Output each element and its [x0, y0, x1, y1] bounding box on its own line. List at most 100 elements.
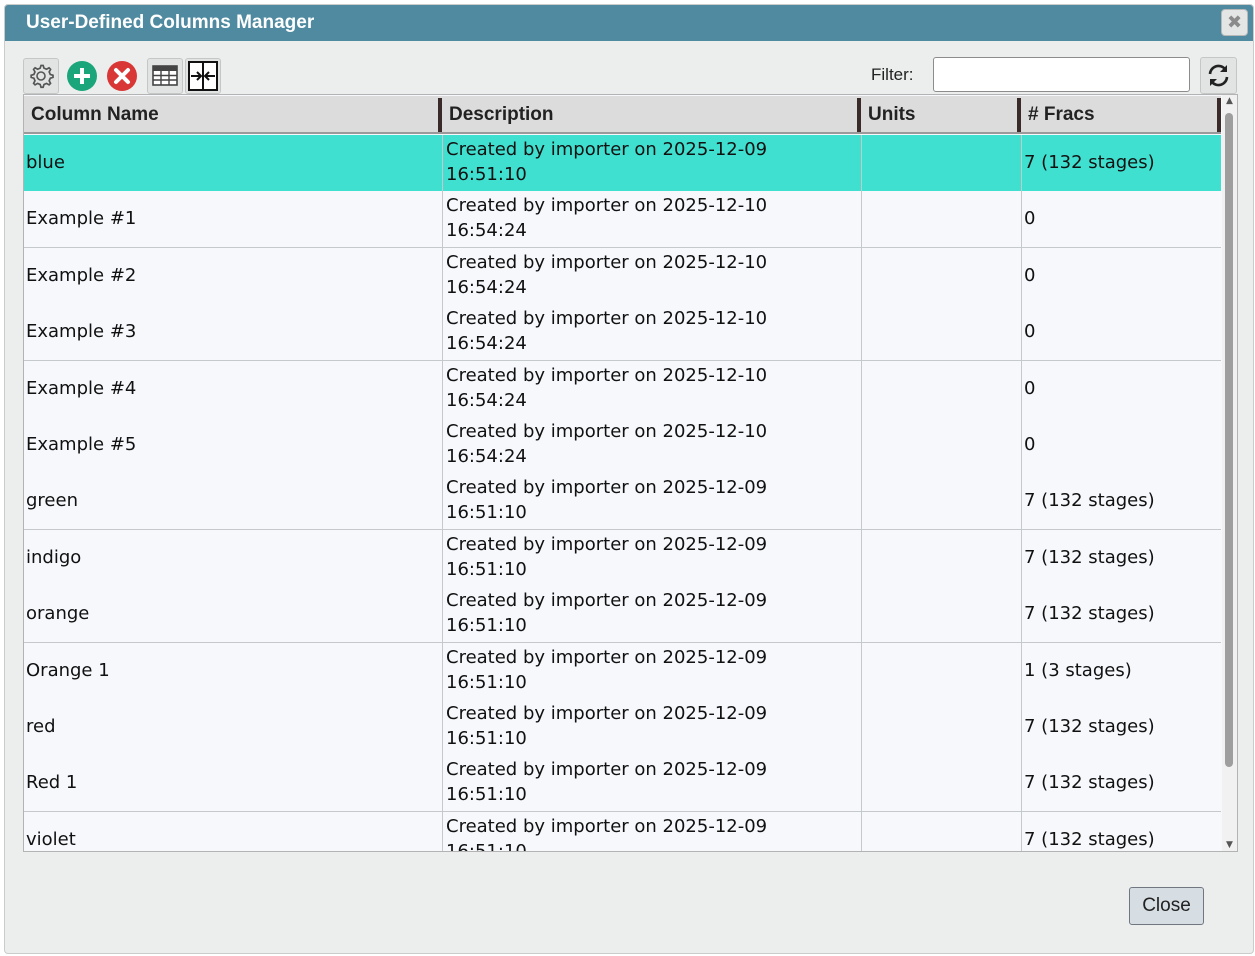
table-row[interactable]: Example #2 Created by importer on 2025-12… [24, 247, 1221, 305]
close-icon[interactable]: ✖ [1221, 9, 1248, 36]
cell-column-name: Example #5 [26, 434, 137, 455]
description-line: Created by importer on 2025-12-10 [446, 251, 768, 273]
description-line: Created by importer on 2025-12-09 [446, 590, 768, 612]
refresh-icon [1208, 64, 1229, 87]
dialog-title: User-Defined Columns Manager [26, 12, 315, 33]
description-line: 16:54:24 [446, 389, 527, 411]
description-line: 16:51:10 [446, 164, 527, 185]
cell-fracs: 7 (132 stages) [1021, 699, 1221, 756]
table-row[interactable]: Example #5 Created by importer on 2025-12… [24, 417, 1221, 474]
cell-units [861, 811, 1021, 851]
table-row[interactable]: indigo Created by importer on 2025-12-09 1… [24, 529, 1221, 587]
cell-column-name: Example #2 [26, 264, 137, 286]
table-row[interactable]: green Created by importer on 2025-12-09 16… [24, 473, 1221, 531]
filter-input[interactable] [933, 57, 1190, 92]
scroll-up-icon[interactable]: ▲ [1222, 96, 1237, 106]
dialog-titlebar[interactable]: User-Defined Columns Manager ✖ [5, 5, 1253, 41]
description-line: 16:54:24 [446, 276, 527, 298]
table-row[interactable]: Red 1 Created by importer on 2025-12-09 16… [24, 755, 1221, 813]
description-line: 16:51:10 [446, 558, 527, 580]
table-row[interactable]: Example #4 Created by importer on 2025-12… [24, 360, 1221, 418]
table-grid-icon[interactable] [147, 58, 183, 94]
cell-fracs: 1 (3 stages) [1021, 642, 1221, 700]
cell-description: Created by importer on 2025-12-09 16:51:1… [442, 642, 861, 700]
cell-units [861, 191, 1021, 249]
cell-description: Created by importer on 2025-12-09 16:51:1… [442, 473, 861, 531]
table-row[interactable]: blue Created by importer on 2025-12-09 16:… [24, 135, 1221, 192]
fit-columns-icon[interactable] [185, 58, 221, 94]
description-line: 16:51:10 [446, 784, 527, 806]
table-row[interactable]: Example #3 Created by importer on 2025-12… [24, 304, 1221, 362]
cell-column-name: Example #1 [26, 208, 137, 230]
cell-description: Created by importer on 2025-12-09 16:51:1… [442, 529, 861, 587]
description-line: 16:51:10 [446, 839, 861, 851]
cell-units [861, 304, 1021, 362]
description-line: Created by importer on 2025-12-09 [446, 139, 768, 160]
header-label: Description [449, 104, 554, 125]
description-line: Created by importer on 2025-12-09 [446, 477, 768, 499]
cell-fracs: 0 [1021, 417, 1221, 474]
close-button[interactable]: Close [1129, 887, 1204, 925]
header-units[interactable]: Units [861, 96, 1021, 134]
cell-fracs: 7 (132 stages) [1021, 529, 1221, 587]
filter-label: Filter: [871, 65, 914, 84]
cell-column-name: indigo [26, 546, 82, 568]
cell-units [861, 417, 1021, 474]
description-line: Created by importer on 2025-12-09 [446, 759, 768, 781]
cell-column-name: blue [26, 152, 65, 173]
cell-units [861, 586, 1021, 644]
description-line: 16:54:24 [446, 333, 527, 355]
scroll-down-icon[interactable]: ▼ [1222, 840, 1237, 850]
cell-units [861, 529, 1021, 587]
add-circle-icon[interactable] [64, 58, 100, 94]
cell-fracs: 0 [1021, 360, 1221, 418]
cell-fracs: 0 [1021, 304, 1221, 362]
header-label: Column Name [31, 104, 159, 125]
gear-icon[interactable] [23, 58, 59, 94]
description-line: 16:51:10 [446, 502, 527, 524]
refresh-button[interactable] [1200, 57, 1237, 94]
description-line: Created by importer on 2025-12-10 [446, 364, 768, 386]
description-line: 16:51:10 [446, 728, 527, 749]
cell-column-name: Orange 1 [26, 659, 110, 681]
cell-units [861, 642, 1021, 700]
header-column-name[interactable]: Column Name [24, 96, 442, 134]
cell-fracs: 7 (132 stages) [1021, 473, 1221, 531]
delete-circle-icon[interactable] [104, 58, 140, 94]
description-line: 16:54:24 [446, 446, 527, 467]
table-row[interactable]: Orange 1 Created by importer on 2025-12-0… [24, 642, 1221, 700]
columns-table: Column Name Description Units # Fracs bl… [23, 94, 1238, 852]
header-description[interactable]: Description [442, 96, 861, 134]
cell-fracs: 7 (132 stages) [1021, 755, 1221, 813]
table-row[interactable]: red Created by importer on 2025-12-09 16:5… [24, 699, 1221, 756]
cell-fracs: 7 (132 stages) [1021, 586, 1221, 644]
cell-column-name: violet [26, 828, 76, 850]
cell-description: Created by importer on 2025-12-09 16:51:1… [442, 135, 861, 192]
cell-column-name: red [26, 716, 56, 737]
description-line: 16:54:24 [446, 220, 527, 242]
description-line: Created by importer on 2025-12-10 [446, 308, 768, 330]
table-row[interactable]: violet Created by importer on 2025-12-09 1… [24, 811, 1221, 851]
cell-units [861, 135, 1021, 192]
table-body: blue Created by importer on 2025-12-09 16:… [24, 135, 1221, 851]
header-fracs[interactable]: # Fracs [1021, 96, 1221, 134]
description-line: 16:51:10 [446, 671, 527, 693]
cell-description: Created by importer on 2025-12-10 16:54:2… [442, 247, 861, 305]
cell-units [861, 473, 1021, 531]
header-label: # Fracs [1028, 104, 1095, 125]
table-row[interactable]: Example #1 Created by importer on 2025-12… [24, 191, 1221, 249]
cell-column-name: Red 1 [26, 772, 78, 794]
cell-fracs: 7 (132 stages) [1021, 811, 1221, 851]
header-label: Units [868, 104, 916, 125]
scrollbar-thumb[interactable] [1225, 113, 1233, 767]
cell-description: Created by importer on 2025-12-10 16:54:2… [442, 191, 861, 249]
vertical-scrollbar[interactable]: ▲ ▼ [1222, 95, 1237, 851]
cell-fracs: 0 [1021, 191, 1221, 249]
cell-units [861, 755, 1021, 813]
cell-description: Created by importer on 2025-12-09 16:51:1… [442, 811, 861, 851]
cell-description: Created by importer on 2025-12-10 16:54:2… [442, 417, 861, 474]
cell-units [861, 247, 1021, 305]
cell-description: Created by importer on 2025-12-09 16:51:1… [442, 586, 861, 644]
cell-fracs: 0 [1021, 247, 1221, 305]
table-row[interactable]: orange Created by importer on 2025-12-09 1… [24, 586, 1221, 644]
